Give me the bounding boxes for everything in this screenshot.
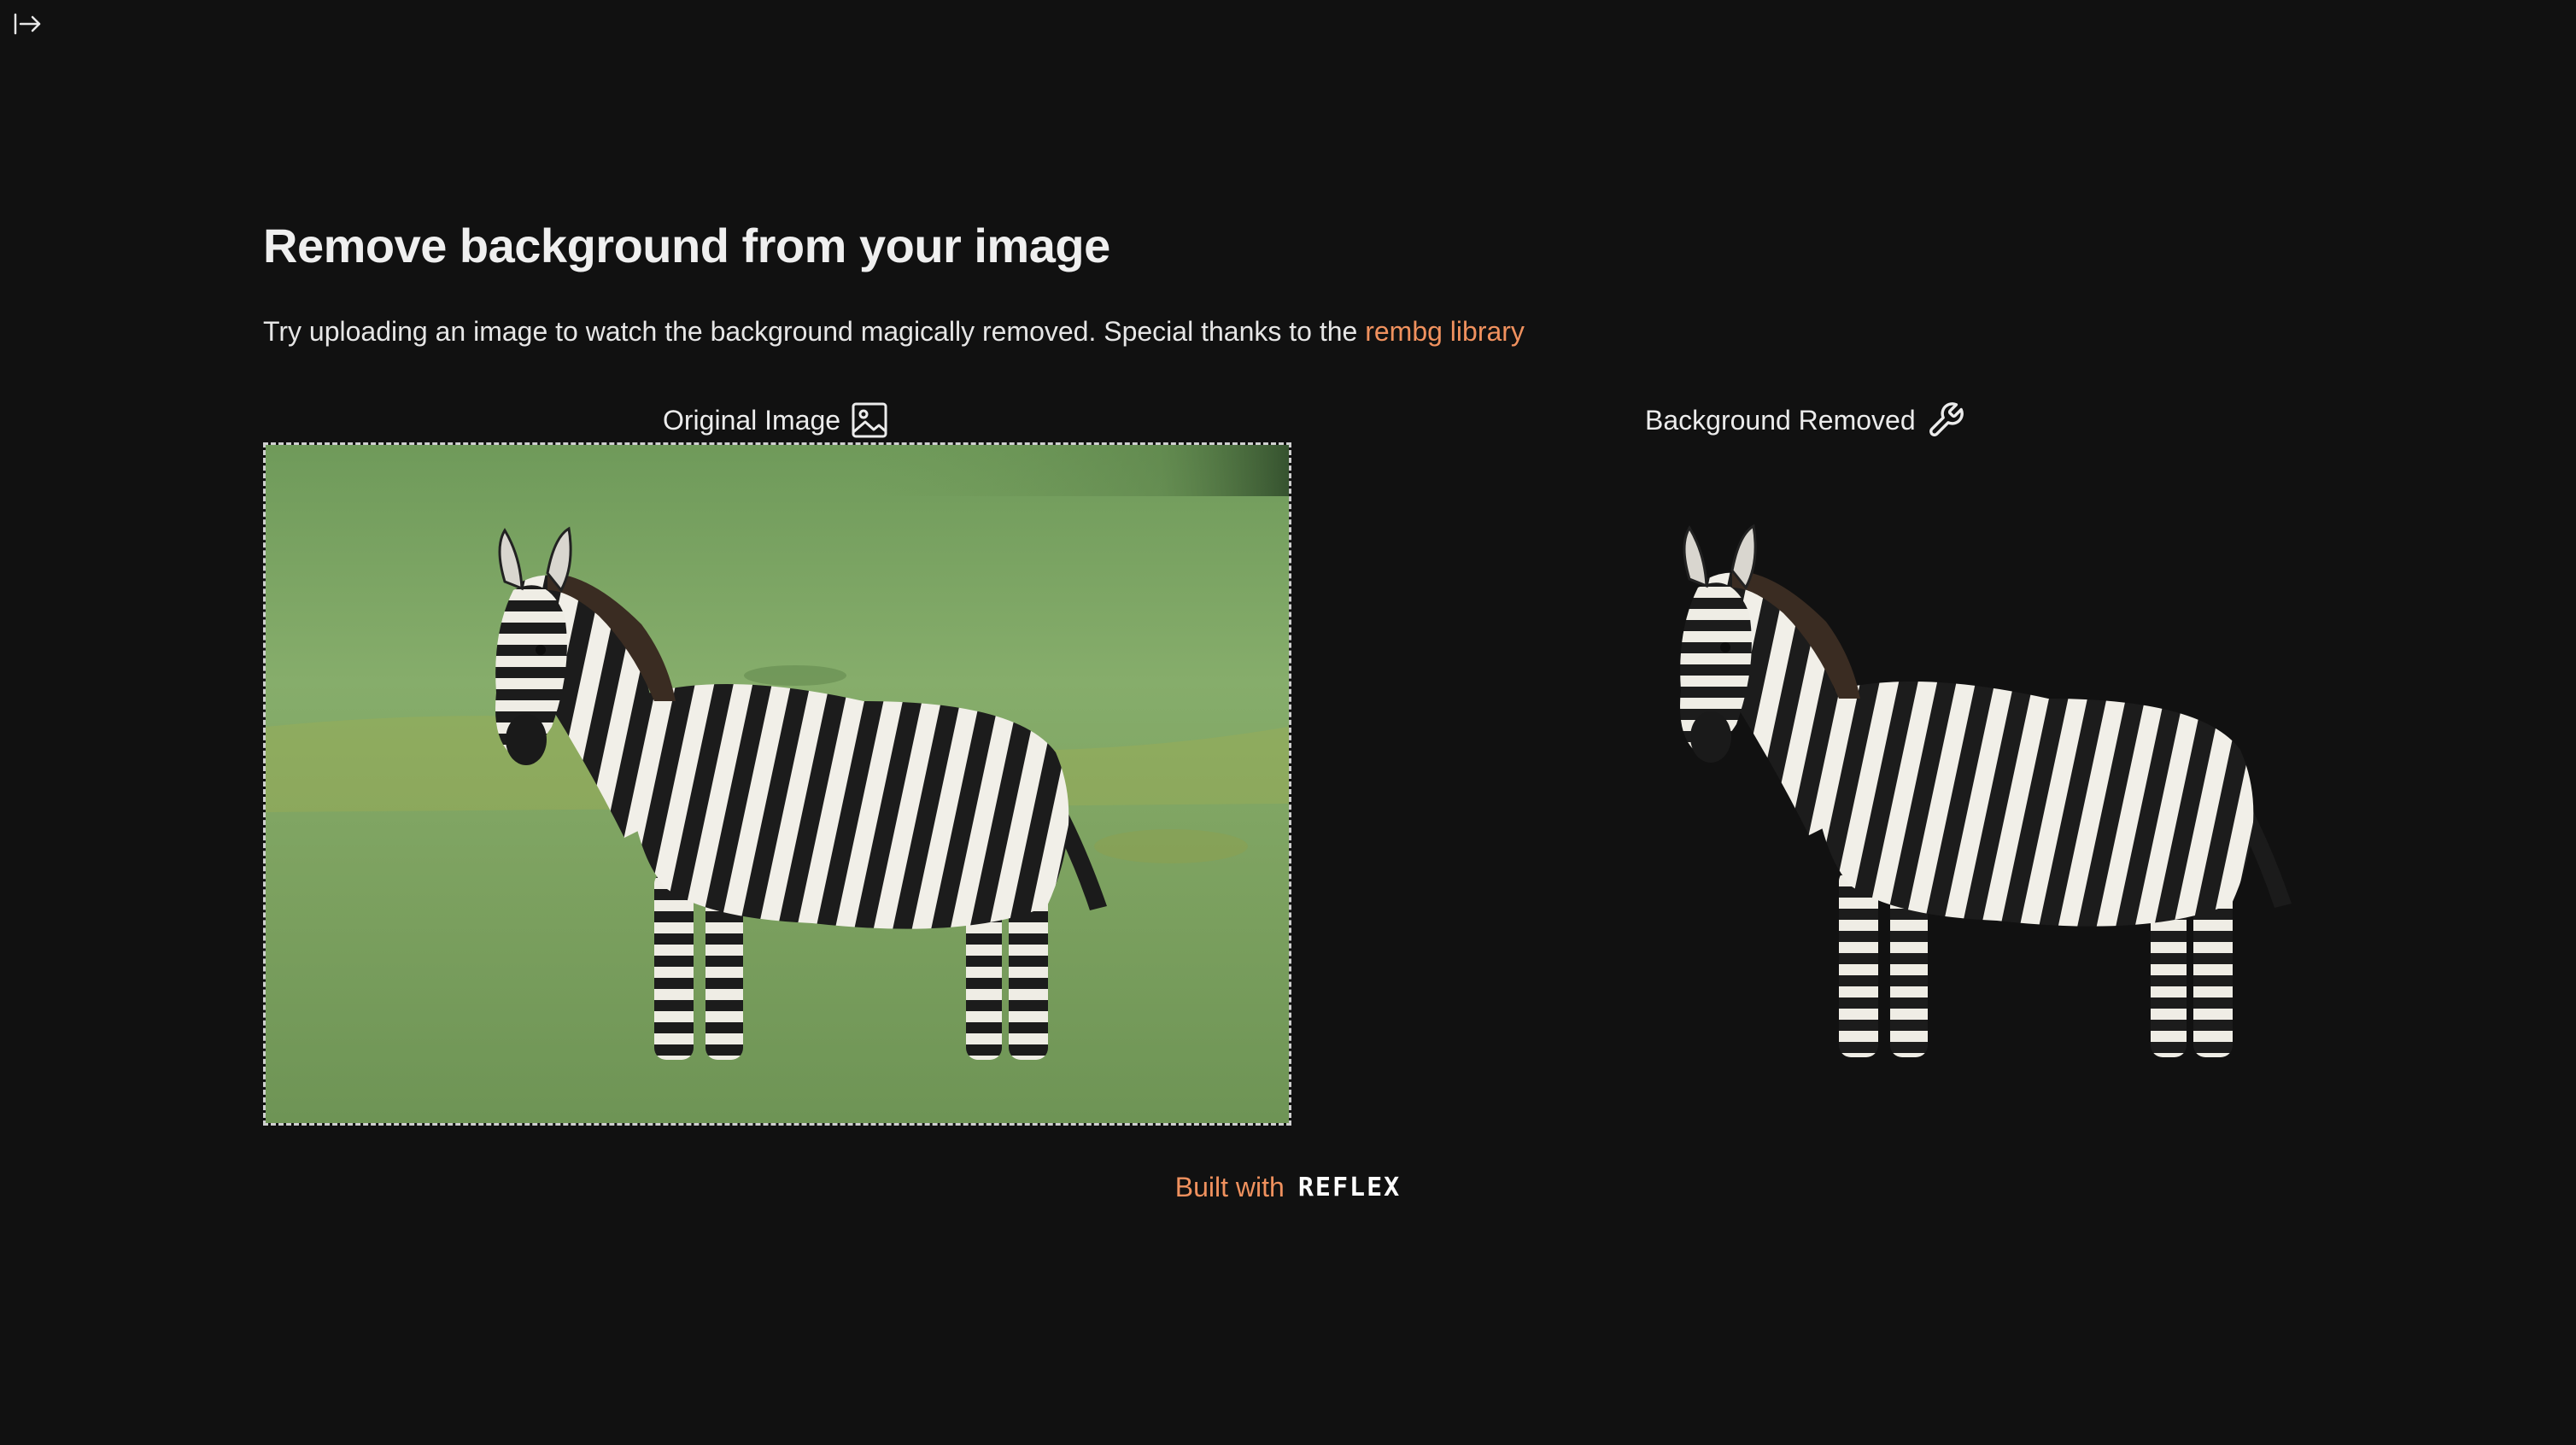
main-content: Remove background from your image Try up… [263, 214, 2313, 348]
background-removed-result [1416, 442, 2321, 1126]
background-removed-label: Background Removed [1645, 404, 1916, 436]
original-image-heading: Original Image [663, 398, 888, 442]
built-with-text: Built with [1174, 1172, 1285, 1202]
wrench-icon [1929, 402, 1964, 436]
background-removed-heading: Background Removed [1645, 398, 1965, 442]
subtitle-text: Try uploading an image to watch the back… [263, 316, 1366, 347]
footer: Built with REFLEX [0, 1172, 2576, 1203]
app-page: Remove background from your image Try up… [0, 0, 2576, 1445]
original-image-label: Original Image [663, 404, 841, 436]
image-upload-dropzone[interactable] [263, 442, 1291, 1126]
sidebar-expand-icon [14, 13, 41, 35]
image-icon [852, 402, 887, 438]
page-subtitle: Try uploading an image to watch the back… [263, 314, 2313, 348]
image-columns: Original Image Background Removed [263, 398, 2313, 1132]
original-zebra-image [266, 445, 1289, 1123]
sidebar-toggle-button[interactable] [10, 10, 44, 38]
result-zebra-image [1680, 524, 2292, 1057]
page-title: Remove background from your image [263, 219, 1110, 272]
reflex-logo-link[interactable]: REFLEX [1298, 1173, 1401, 1202]
rembg-library-link[interactable]: rembg library [1365, 316, 1525, 347]
